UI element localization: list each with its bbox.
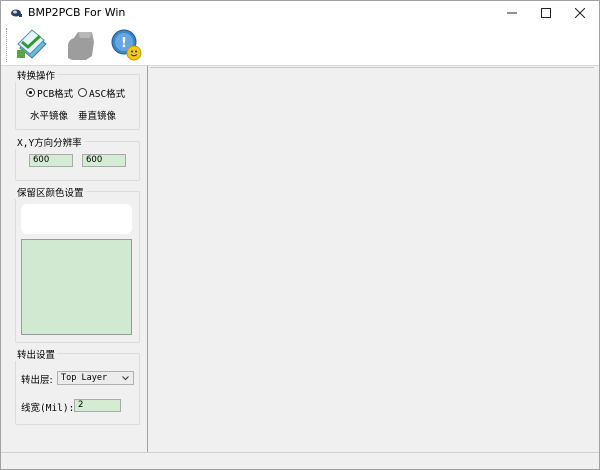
svg-text:!: ! bbox=[121, 36, 127, 51]
resolution-x-input[interactable]: 600 bbox=[29, 154, 73, 167]
toolbar-grip bbox=[6, 28, 9, 62]
minimize-icon bbox=[507, 12, 517, 14]
about-icon[interactable]: ! bbox=[109, 28, 143, 62]
left-panel: 转换操作 PCB格式 ASC格式 水平镜像 垂直镜像 X,Y方向分辨率 600 … bbox=[1, 66, 147, 458]
resolution-group: X,Y方向分辨率 600 600 bbox=[15, 135, 140, 181]
chevron-down-icon bbox=[122, 376, 129, 381]
resolution-group-title: X,Y方向分辨率 bbox=[15, 135, 84, 149]
reserve-color-group: 保留区颜色设置 bbox=[15, 185, 140, 343]
convert-group: 转换操作 PCB格式 ASC格式 水平镜像 垂直镜像 bbox=[15, 68, 140, 130]
mirror-vertical-option[interactable]: 垂直镜像 bbox=[78, 108, 116, 122]
export-icon[interactable] bbox=[64, 28, 98, 62]
reserve-color-preview-top bbox=[21, 204, 132, 234]
window-title: BMP2PCB For Win bbox=[28, 6, 126, 19]
status-bar bbox=[1, 452, 599, 469]
output-group-title: 转出设置 bbox=[15, 347, 58, 361]
pcb-format-label[interactable]: PCB格式 bbox=[37, 86, 73, 100]
asc-format-radio[interactable] bbox=[78, 88, 87, 97]
line-width-label: 线宽(Mil): bbox=[21, 403, 75, 414]
close-button[interactable] bbox=[563, 1, 597, 25]
app-window: BMP2PCB For Win ! 转换操作 PCB格式 ASC格式 水平镜像 … bbox=[0, 0, 600, 470]
convert-group-title: 转换操作 bbox=[15, 68, 58, 82]
convert-icon[interactable] bbox=[14, 28, 48, 62]
resolution-y-input[interactable]: 600 bbox=[82, 154, 126, 167]
reserve-color-swatch[interactable] bbox=[21, 239, 132, 335]
maximize-button[interactable] bbox=[529, 1, 563, 25]
toolbar: ! bbox=[1, 25, 599, 66]
mirror-horizontal-option[interactable]: 水平镜像 bbox=[30, 108, 68, 122]
app-icon bbox=[11, 9, 22, 17]
preview-canvas[interactable] bbox=[150, 67, 594, 453]
output-group: 转出设置 转出层: Top Layer 线宽(Mil): 2 bbox=[15, 347, 140, 425]
output-layer-select[interactable]: Top Layer bbox=[57, 371, 134, 385]
output-layer-value: Top Layer bbox=[61, 373, 108, 383]
pcb-format-radio[interactable] bbox=[26, 88, 35, 97]
radio-dot bbox=[29, 91, 32, 94]
title-bar[interactable]: BMP2PCB For Win bbox=[1, 1, 599, 25]
minimize-button[interactable] bbox=[495, 1, 529, 25]
reserve-color-group-title: 保留区颜色设置 bbox=[15, 185, 86, 199]
asc-format-label[interactable]: ASC格式 bbox=[89, 86, 125, 100]
maximize-icon bbox=[541, 8, 551, 18]
output-layer-label: 转出层: bbox=[21, 375, 53, 386]
close-icon bbox=[575, 8, 585, 18]
line-width-input[interactable]: 2 bbox=[74, 399, 121, 412]
